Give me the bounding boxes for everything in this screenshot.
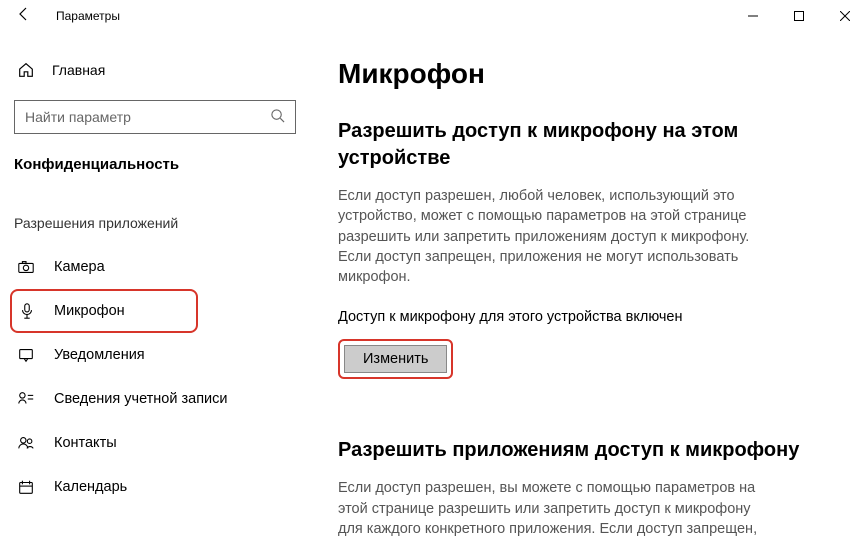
content-area: Микрофон Разрешить доступ к микрофону на…	[310, 32, 868, 538]
home-link[interactable]: Главная	[14, 52, 296, 88]
back-button[interactable]	[8, 6, 40, 27]
titlebar: Параметры	[0, 0, 868, 32]
window-title: Параметры	[56, 9, 120, 23]
search-icon	[270, 108, 285, 126]
notifications-icon	[16, 346, 36, 364]
camera-icon	[16, 258, 36, 276]
sidebar-item-camera[interactable]: Камера	[14, 245, 296, 289]
nav-list: Камера Микрофон Уведомления Сведения уче…	[14, 245, 296, 509]
account-info-icon	[16, 390, 36, 408]
change-button[interactable]: Изменить	[344, 345, 447, 373]
nav-label: Сведения учетной записи	[54, 391, 228, 407]
device-access-status: Доступ к микрофону для этого устройства …	[338, 309, 828, 325]
home-icon	[16, 61, 36, 79]
calendar-icon	[16, 478, 36, 496]
page-title: Микрофон	[338, 58, 828, 90]
nav-label: Микрофон	[54, 303, 125, 319]
nav-label: Уведомления	[54, 347, 145, 363]
minimize-button[interactable]	[730, 0, 776, 32]
change-button-highlight: Изменить	[338, 339, 453, 379]
section-device-access-title: Разрешить доступ к микрофону на этом уст…	[338, 118, 828, 172]
nav-label: Камера	[54, 259, 105, 275]
section-app-access-body: Если доступ разрешен, вы можете с помощь…	[338, 478, 768, 538]
sidebar-subsection-title: Разрешения приложений	[14, 215, 296, 231]
nav-label: Календарь	[54, 479, 127, 495]
sidebar-item-account-info[interactable]: Сведения учетной записи	[14, 377, 296, 421]
section-device-access-body: Если доступ разрешен, любой человек, исп…	[338, 186, 768, 287]
nav-label: Контакты	[54, 435, 117, 451]
search-box[interactable]	[14, 100, 296, 134]
sidebar-item-contacts[interactable]: Контакты	[14, 421, 296, 465]
sidebar-section-title: Конфиденциальность	[14, 156, 296, 173]
sidebar-item-calendar[interactable]: Календарь	[14, 465, 296, 509]
maximize-button[interactable]	[776, 0, 822, 32]
sidebar-item-notifications[interactable]: Уведомления	[14, 333, 296, 377]
search-input[interactable]	[25, 109, 270, 125]
section-app-access-title: Разрешить приложениям доступ к микрофону	[338, 437, 828, 464]
contacts-icon	[16, 434, 36, 452]
sidebar: Главная Конфиденциальность Разрешения пр…	[0, 32, 310, 538]
microphone-icon	[18, 302, 36, 320]
home-label: Главная	[52, 62, 105, 78]
sidebar-item-microphone[interactable]: Микрофон	[10, 289, 198, 333]
close-button[interactable]	[822, 0, 868, 32]
